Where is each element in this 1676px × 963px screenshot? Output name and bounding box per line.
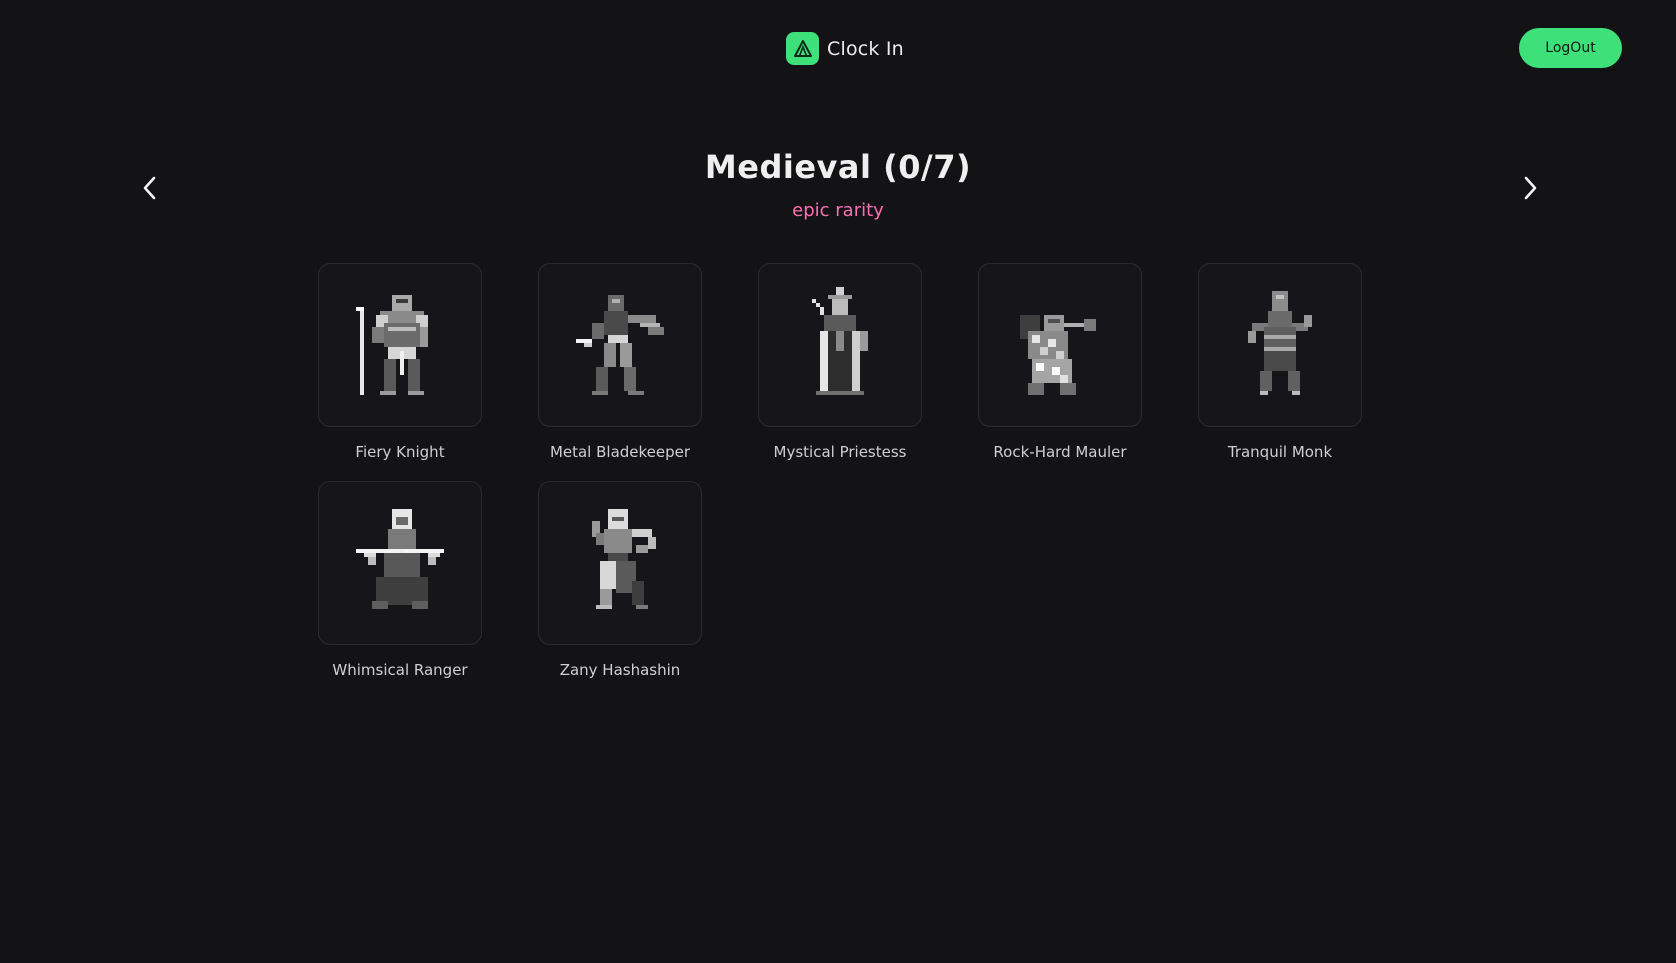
- character-portrait: [538, 481, 702, 645]
- character-name: Zany Hashashin: [559, 661, 681, 679]
- character-name: Mystical Priestess: [773, 443, 907, 461]
- priestess-sprite-icon: [812, 287, 868, 395]
- character-portrait: [978, 263, 1142, 427]
- knight-sprite-icon: [356, 295, 428, 395]
- character-name: Tranquil Monk: [1227, 443, 1333, 461]
- character-card-metal-bladekeeper[interactable]: Metal Bladekeeper: [538, 263, 702, 463]
- character-card-mystical-priestess[interactable]: Mystical Priestess: [758, 263, 922, 463]
- character-portrait: [758, 263, 922, 427]
- character-portrait: [538, 263, 702, 427]
- mauler-sprite-icon: [1020, 315, 1096, 395]
- character-name: Whimsical Ranger: [332, 661, 468, 679]
- rarity-label: epic rarity: [792, 200, 884, 221]
- character-card-whimsical-ranger[interactable]: Whimsical Ranger: [318, 481, 482, 681]
- character-name: Metal Bladekeeper: [549, 443, 691, 461]
- character-card-fiery-knight[interactable]: Fiery Knight: [318, 263, 482, 463]
- character-grid: Fiery Knight Metal Bladekeeper Mystical …: [318, 263, 1368, 681]
- collection-title: Medieval (0/7): [704, 148, 972, 186]
- character-portrait: [318, 263, 482, 427]
- character-name: Rock-Hard Mauler: [993, 443, 1127, 461]
- character-name: Fiery Knight: [355, 443, 445, 461]
- app-logo-icon: [786, 32, 819, 65]
- bladekeeper-sprite-icon: [576, 295, 664, 395]
- app-title: Clock In: [827, 37, 904, 60]
- character-portrait: [318, 481, 482, 645]
- logout-button[interactable]: LogOut: [1519, 28, 1622, 68]
- ranger-sprite-icon: [356, 509, 444, 609]
- brand[interactable]: Clock In: [786, 32, 904, 65]
- character-card-zany-hashashin[interactable]: Zany Hashashin: [538, 481, 702, 681]
- collection-page: Clock In LogOut Medieval (0/7) epic rari…: [0, 0, 1676, 963]
- character-card-tranquil-monk[interactable]: Tranquil Monk: [1198, 263, 1362, 463]
- hashashin-sprite-icon: [592, 509, 656, 609]
- character-card-rock-hard-mauler[interactable]: Rock-Hard Mauler: [978, 263, 1142, 463]
- monk-sprite-icon: [1248, 291, 1312, 395]
- character-portrait: [1198, 263, 1362, 427]
